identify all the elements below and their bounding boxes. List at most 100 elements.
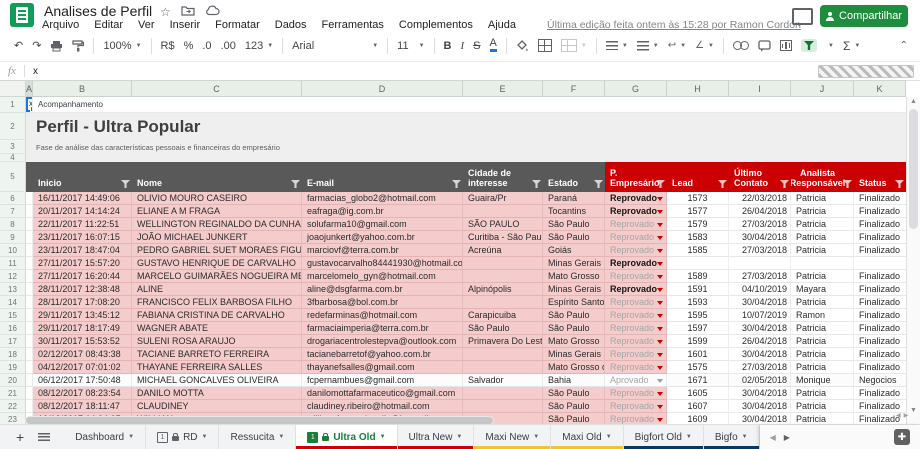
select-all-corner[interactable] xyxy=(0,80,26,97)
cell-estado[interactable]: Goiás xyxy=(543,244,605,257)
row-header-20[interactable]: 20 xyxy=(0,374,26,387)
functions-button[interactable]: Σ▼ xyxy=(843,39,860,53)
dropdown-arrow-icon[interactable] xyxy=(657,197,663,201)
cell-estado[interactable]: Minas Gerais xyxy=(543,257,605,270)
cell-empresario-dropdown[interactable]: Reprovado xyxy=(605,335,667,348)
dropdown-arrow-icon[interactable] xyxy=(657,379,663,383)
dropdown-arrow-icon[interactable] xyxy=(657,392,663,396)
cell-inicio[interactable]: 29/11/2017 13:45:12 xyxy=(33,309,132,322)
cell-email[interactable]: gustavocarvalho84441930@hotmail.com xyxy=(302,257,463,270)
sheet-tab-bigfo[interactable]: Bigfo▼ xyxy=(704,425,760,449)
column-title-ultimo-contato[interactable]: Último Contato xyxy=(729,162,791,192)
cell-inicio[interactable]: 08/12/2017 18:11:47 xyxy=(33,400,132,413)
cell-empresario-dropdown[interactable]: Reprovado xyxy=(605,270,667,283)
cell-nome[interactable]: ALINE xyxy=(132,283,302,296)
font-size-select[interactable]: 11▼ xyxy=(397,40,424,52)
cell-estado[interactable]: Tocantins xyxy=(543,205,605,218)
tab-menu-arrow-icon[interactable]: ▼ xyxy=(606,434,612,440)
cell-ultimo-contato[interactable]: 30/04/2018 xyxy=(729,387,791,400)
tab-scroll-right-arrow[interactable]: ▶ xyxy=(784,433,790,442)
row-header-7[interactable]: 7 xyxy=(0,205,26,218)
cell-lead[interactable]: 1601 xyxy=(667,348,729,361)
vertical-scroll-thumb[interactable] xyxy=(909,109,918,229)
text-wrap-button[interactable]: ↩▼ xyxy=(668,40,686,51)
cell-inicio[interactable]: 23/11/2017 16:07:15 xyxy=(33,231,132,244)
column-title-empresario[interactable]: P. Empresário xyxy=(605,162,667,192)
cell-status[interactable]: Finalizado xyxy=(854,244,906,257)
cell-empresario-dropdown[interactable]: Reprovado xyxy=(605,296,667,309)
row-header-5[interactable]: 5 xyxy=(0,162,26,192)
cell-empresario-dropdown[interactable]: Reprovado xyxy=(605,192,667,205)
add-sheet-button[interactable]: + xyxy=(16,429,24,445)
cell-analista[interactable]: Patricia xyxy=(791,348,854,361)
cell-lead[interactable]: 1671 xyxy=(667,374,729,387)
cell-inicio[interactable]: 04/12/2017 07:01:02 xyxy=(33,361,132,374)
cell-lead[interactable]: 1583 xyxy=(667,231,729,244)
cell-status[interactable]: Finalizado xyxy=(854,387,906,400)
cell-nome[interactable]: FRANCISCO FELIX BARBOSA FILHO xyxy=(132,296,302,309)
cell-email[interactable]: redefarminas@hotmail.com xyxy=(302,309,463,322)
star-icon[interactable]: ☆ xyxy=(160,5,171,19)
strikethrough-button[interactable]: S xyxy=(473,40,480,52)
cell-empresario-dropdown[interactable]: Reprovado xyxy=(605,257,667,270)
cell-email[interactable]: eafraga@ig.com.br xyxy=(302,205,463,218)
dropdown-arrow-icon[interactable] xyxy=(657,223,663,227)
cell-ultimo-contato[interactable]: 26/04/2018 xyxy=(729,205,791,218)
sheet-tab-ressucita[interactable]: Ressucita▼ xyxy=(219,425,296,449)
selected-cell-a1[interactable]: x xyxy=(26,97,33,112)
cell-colA[interactable] xyxy=(26,205,33,218)
filter-funnel-icon[interactable] xyxy=(594,180,603,188)
row-header-1[interactable]: 1 xyxy=(0,97,26,113)
cell-empresario-dropdown[interactable]: Reprovado xyxy=(605,218,667,231)
cell-status[interactable]: Finalizado xyxy=(854,231,906,244)
cell-colA[interactable] xyxy=(26,400,33,413)
cell-email[interactable]: danilomottafarmaceutico@gmail.com xyxy=(302,387,463,400)
cell-analista[interactable]: Mayara xyxy=(791,283,854,296)
cell-estado[interactable]: São Paulo xyxy=(543,309,605,322)
cell-nome[interactable]: JOÃO MICHAEL JUNKERT xyxy=(132,231,302,244)
horizontal-scrollbar[interactable] xyxy=(26,417,706,424)
tab-scroll-left-arrow[interactable]: ◀ xyxy=(770,433,776,442)
horizontal-align-button[interactable]: ▼ xyxy=(606,41,628,50)
cell-lead[interactable]: 1595 xyxy=(667,309,729,322)
cell-email[interactable]: fcpernambues@gmail.com xyxy=(302,374,463,387)
dropdown-arrow-icon[interactable] xyxy=(657,327,663,331)
cell-ultimo-contato[interactable]: 27/03/2018 xyxy=(729,361,791,374)
cell-empresario-dropdown[interactable]: Aprovado xyxy=(605,374,667,387)
cell-email[interactable]: farmaciaimperia@terra.com.br xyxy=(302,322,463,335)
sheet-tab-ultra-old[interactable]: 1Ultra Old▼ xyxy=(296,425,397,449)
row-header-14[interactable]: 14 xyxy=(0,296,26,309)
cell-analista[interactable]: Patricia xyxy=(791,192,854,205)
row-header-23[interactable]: 23 xyxy=(0,413,26,424)
column-header-F[interactable]: F xyxy=(543,80,605,97)
cell-status[interactable]: Finalizado xyxy=(854,270,906,283)
cell-cidade[interactable]: São Paulo xyxy=(463,322,543,335)
cell-nome[interactable]: MICHAEL GONCALVES OLIVEIRA xyxy=(132,374,302,387)
cell-lead[interactable] xyxy=(667,257,729,270)
cell-empresario-dropdown[interactable]: Reprovado xyxy=(605,348,667,361)
column-header-G[interactable]: G xyxy=(605,80,667,97)
cell-nome[interactable]: DANILO MOTTA xyxy=(132,387,302,400)
font-select[interactable]: Arial▼ xyxy=(292,40,378,52)
cell-colA[interactable] xyxy=(26,192,33,205)
cell-lead[interactable]: 1599 xyxy=(667,335,729,348)
cell-cidade[interactable] xyxy=(463,296,543,309)
cell-colA[interactable] xyxy=(26,387,33,400)
filter-funnel-icon[interactable] xyxy=(780,180,789,188)
cell-estado[interactable]: São Paulo xyxy=(543,218,605,231)
cell-analista[interactable]: Patricia xyxy=(791,231,854,244)
cell-cidade[interactable]: Primavera Do Leste xyxy=(463,335,543,348)
cell-colA[interactable] xyxy=(26,348,33,361)
undo-button[interactable]: ↶ xyxy=(14,39,23,52)
cell-colA[interactable] xyxy=(26,257,33,270)
cell-estado[interactable]: Mato Grosso xyxy=(543,270,605,283)
cell-ultimo-contato[interactable]: 30/04/2018 xyxy=(729,413,791,424)
cell-empresario-dropdown[interactable]: Reprovado xyxy=(605,283,667,296)
cell-inicio[interactable]: 30/11/2017 15:53:52 xyxy=(33,335,132,348)
cell-status[interactable]: Negocios xyxy=(854,374,906,387)
dropdown-arrow-icon[interactable] xyxy=(657,405,663,409)
cell-ultimo-contato[interactable]: 27/03/2018 xyxy=(729,244,791,257)
cell-colA[interactable] xyxy=(26,335,33,348)
sheets-logo-icon[interactable] xyxy=(10,3,34,27)
cell-colA[interactable] xyxy=(26,322,33,335)
